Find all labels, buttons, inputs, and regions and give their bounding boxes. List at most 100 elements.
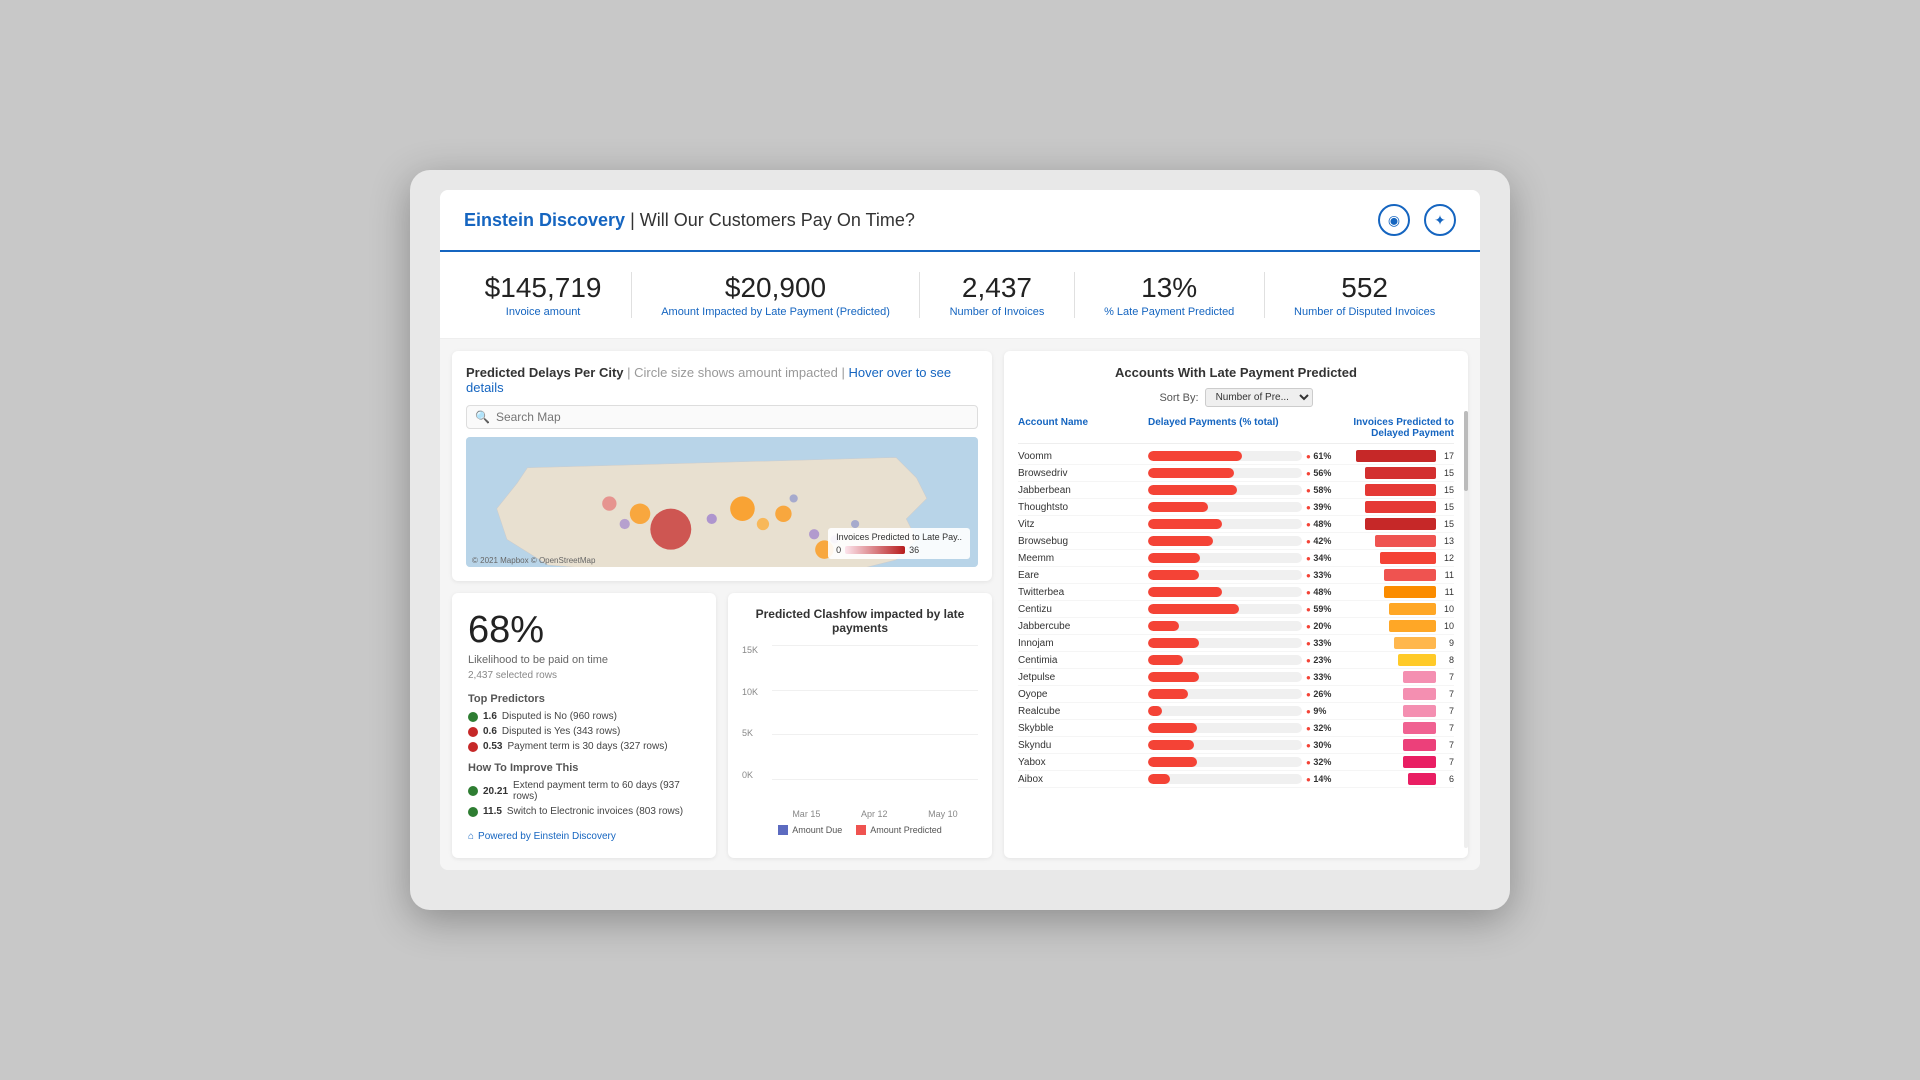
kpi-label-invoice: Invoice amount <box>485 306 602 318</box>
scrollbar-track[interactable] <box>1464 411 1468 848</box>
grid-line-4 <box>772 779 978 780</box>
inv-count-16: 7 <box>1440 723 1454 733</box>
account-name-4: Vitz <box>1018 519 1148 530</box>
y-label-0k: 0K <box>742 770 758 780</box>
screen: Einstein Discovery | Will Our Customers … <box>440 190 1480 870</box>
improve-positive-1 <box>468 786 478 796</box>
predictors-title: Top Predictors <box>468 693 700 705</box>
kpi-label-disputed: Number of Disputed Invoices <box>1294 306 1435 318</box>
kpi-invoices: 2,437 Number of Invoices <box>950 272 1045 318</box>
kpi-label-late: Amount Impacted by Late Payment (Predict… <box>661 306 890 318</box>
predictor-row-3: 0.53 Payment term is 30 days (327 rows) <box>468 741 700 752</box>
gradient-bar <box>845 546 905 554</box>
map-copyright: © 2021 Mapbox © OpenStreetMap <box>472 556 595 565</box>
rows-count: 2,437 selected rows <box>468 670 557 681</box>
delayed-bar-fill-3 <box>1148 502 1208 512</box>
legend-title: Invoices Predicted to Late Pay.. <box>836 532 962 542</box>
delayed-bar-fill-4 <box>1148 519 1222 529</box>
user-icon[interactable]: ◉ <box>1378 204 1410 236</box>
sort-row: Sort By: Number of Pre... <box>1018 388 1454 407</box>
delayed-bar-fill-18 <box>1148 757 1197 767</box>
inv-bar-0 <box>1356 450 1436 462</box>
inv-count-10: 10 <box>1440 621 1454 631</box>
delayed-bar-fill-10 <box>1148 621 1179 631</box>
delayed-bar-bg-9 <box>1148 604 1302 614</box>
delayed-pct-7: ● 33% <box>1306 570 1334 580</box>
y-label-5k: 5K <box>742 728 758 738</box>
account-name-17: Skyndu <box>1018 740 1148 751</box>
powered-by: ⌂ Powered by Einstein Discovery <box>468 831 700 842</box>
inv-bar-11 <box>1394 637 1436 649</box>
kpi-divider-2 <box>919 272 920 318</box>
improve-positive-2 <box>468 807 478 817</box>
kpi-label-invoices: Number of Invoices <box>950 306 1045 318</box>
account-name-18: Yabox <box>1018 757 1148 768</box>
predictor-value-1: 1.6 <box>483 711 497 722</box>
account-name-13: Jetpulse <box>1018 672 1148 683</box>
table-header: Account Name Delayed Payments (% total) … <box>1018 417 1454 444</box>
map-panel-title: Predicted Delays Per City | Circle size … <box>466 365 978 395</box>
sort-select[interactable]: Number of Pre... <box>1205 388 1313 407</box>
scrollbar-thumb[interactable] <box>1464 411 1468 491</box>
bottom-panels: 68% Likelihood to be paid on time 2,437 … <box>452 593 992 858</box>
grid-line-2 <box>772 690 978 691</box>
y-label-10k: 10K <box>742 687 758 697</box>
delayed-cell-15: ● 9% <box>1148 706 1334 716</box>
grid-lines <box>772 645 978 780</box>
kpi-disputed: 552 Number of Disputed Invoices <box>1294 272 1435 318</box>
inv-count-2: 15 <box>1440 485 1454 495</box>
inv-bar-2 <box>1365 484 1436 496</box>
delayed-cell-2: ● 58% <box>1148 485 1334 495</box>
kpi-divider-3 <box>1074 272 1075 318</box>
negative-indicator-3 <box>468 742 478 752</box>
kpi-divider-4 <box>1264 272 1265 318</box>
delayed-pct-17: ● 30% <box>1306 740 1334 750</box>
predictors-section: Top Predictors 1.6 Disputed is No (960 r… <box>468 693 700 752</box>
delayed-bar-bg-14 <box>1148 689 1302 699</box>
inv-count-7: 11 <box>1440 570 1454 580</box>
delayed-bar-fill-17 <box>1148 740 1194 750</box>
inv-bar-16 <box>1403 722 1436 734</box>
delayed-bar-fill-1 <box>1148 468 1234 478</box>
delayed-bar-bg-16 <box>1148 723 1302 733</box>
page-title: Einstein Discovery | Will Our Customers … <box>464 210 915 231</box>
legend-max: 36 <box>909 545 919 555</box>
cashflow-title: Predicted Clashfow impacted by late paym… <box>742 607 978 635</box>
delayed-bar-fill-15 <box>1148 706 1162 716</box>
inv-bar-cell-4: 15 <box>1334 518 1454 530</box>
inv-bar-1 <box>1365 467 1436 479</box>
inv-bar-cell-14: 7 <box>1334 688 1454 700</box>
likelihood-percent: 68% <box>468 609 700 652</box>
account-name-0: Voomm <box>1018 451 1148 462</box>
legend-due-label: Amount Due <box>792 825 842 835</box>
delayed-bar-bg-12 <box>1148 655 1302 665</box>
inv-bar-10 <box>1389 620 1436 632</box>
table-row: Jabberbean● 58%15 <box>1018 482 1454 499</box>
title-separator: | <box>630 210 640 230</box>
table-row: Browsebug● 42%13 <box>1018 533 1454 550</box>
delayed-cell-3: ● 39% <box>1148 502 1334 512</box>
delayed-bar-fill-2 <box>1148 485 1237 495</box>
map-search-container: 🔍 <box>466 405 978 429</box>
search-icon: 🔍 <box>475 410 490 424</box>
delayed-pct-11: ● 33% <box>1306 638 1334 648</box>
delayed-bar-fill-7 <box>1148 570 1199 580</box>
col-invoices: Invoices Predicted to Delayed Payment <box>1334 417 1454 439</box>
table-row: Browsedriv● 56%15 <box>1018 465 1454 482</box>
table-row: Realcube● 9%7 <box>1018 703 1454 720</box>
delayed-cell-17: ● 30% <box>1148 740 1334 750</box>
kpi-divider-1 <box>631 272 632 318</box>
delayed-cell-18: ● 32% <box>1148 757 1334 767</box>
chart-y-labels: 15K 10K 5K 0K <box>742 645 758 780</box>
predictor-row-2: 0.6 Disputed is Yes (343 rows) <box>468 726 700 737</box>
settings-icon[interactable]: ✦ <box>1424 204 1456 236</box>
account-name-8: Twitterbea <box>1018 587 1148 598</box>
table-row: Yabox● 32%7 <box>1018 754 1454 771</box>
table-row: Innojam● 33%9 <box>1018 635 1454 652</box>
delayed-bar-fill-8 <box>1148 587 1222 597</box>
delayed-bar-bg-8 <box>1148 587 1302 597</box>
inv-count-14: 7 <box>1440 689 1454 699</box>
inv-count-3: 15 <box>1440 502 1454 512</box>
table-row: Skybble● 32%7 <box>1018 720 1454 737</box>
search-input[interactable] <box>496 410 969 424</box>
